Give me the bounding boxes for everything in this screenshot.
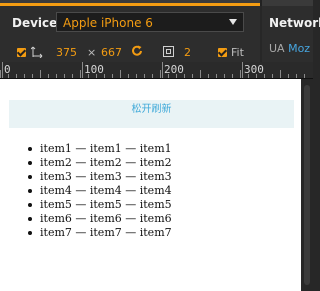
ruler-tick [296, 74, 297, 78]
pull-to-refresh-label: 松开刷新 [131, 104, 172, 115]
ruler-tick [136, 74, 137, 78]
ruler-tick [176, 74, 177, 78]
device-label: Device [12, 16, 58, 30]
horizontal-ruler: 0 100 200 300 [0, 62, 313, 79]
swap-dimensions-icon[interactable] [31, 45, 43, 58]
list-item: item5 — item5 — item5 [25, 198, 172, 212]
ruler-label: 200 [164, 63, 184, 76]
ruler-tick [288, 74, 289, 78]
ruler-major-tick [2, 62, 3, 78]
scrollbar-thumb[interactable] [304, 85, 310, 285]
ruler-tick [224, 74, 225, 78]
ruler-label: 300 [244, 63, 264, 76]
device-panel: Device Apple iPhone 6 375 × 667 2 Fit [0, 6, 260, 62]
network-label: Network [269, 16, 320, 30]
ruler-tick [120, 70, 121, 78]
ruler-tick [48, 74, 49, 78]
ruler-tick [168, 74, 169, 78]
ruler-tick [40, 70, 41, 78]
ruler-tick [240, 70, 241, 78]
emulation-controls-row: 375 × 667 2 Fit [0, 44, 260, 64]
ruler-major-tick [82, 62, 83, 78]
ruler-tick [208, 74, 209, 78]
ruler-tick [128, 74, 129, 78]
ruler-tick [184, 74, 185, 78]
device-scale-input[interactable]: 2 [184, 46, 191, 59]
ua-value: Moz [288, 42, 311, 55]
ruler-major-tick [162, 62, 163, 78]
ruler-tick [272, 74, 273, 78]
pull-to-refresh-bar: 松开刷新 [9, 100, 294, 128]
ruler-tick [280, 70, 281, 78]
fit-checkbox[interactable] [218, 48, 227, 57]
ruler-tick [80, 70, 81, 78]
ruler-tick [232, 74, 233, 78]
ruler-tick [16, 74, 17, 78]
ruler-tick [152, 74, 153, 78]
ruler-tick [144, 74, 145, 78]
network-panel: Network UA Moz [262, 6, 320, 62]
ruler-tick [256, 74, 257, 78]
list-item: item3 — item3 — item3 [25, 170, 172, 184]
ruler-tick [160, 70, 161, 78]
ruler-tick [264, 74, 265, 78]
ruler-tick [32, 74, 33, 78]
device-viewport[interactable]: 松开刷新 item1 — item1 — item1 item2 — item2… [0, 79, 301, 291]
ruler-tick [0, 70, 1, 78]
ruler-tick [248, 74, 249, 78]
list-item: item1 — item1 — item1 [25, 142, 172, 156]
ruler-tick [96, 74, 97, 78]
ruler-tick [72, 74, 73, 78]
ruler-tick [88, 74, 89, 78]
fit-label: Fit [231, 46, 244, 59]
ruler-tick [8, 74, 9, 78]
ruler-tick [200, 70, 201, 78]
item-list: item1 — item1 — item1 item2 — item2 — it… [25, 142, 172, 240]
ruler-label: 100 [84, 63, 104, 76]
device-scale-icon [163, 46, 174, 57]
resolution-checkbox[interactable] [17, 48, 26, 57]
ruler-tick [304, 74, 305, 78]
width-input[interactable]: 375 [56, 46, 77, 59]
ruler-tick [24, 74, 25, 78]
ruler-tick [104, 74, 105, 78]
list-item: item6 — item6 — item6 [25, 212, 172, 226]
ruler-tick [56, 74, 57, 78]
device-select[interactable]: Apple iPhone 6 [56, 12, 244, 32]
ruler-major-tick [242, 62, 243, 78]
list-item: item4 — item4 — item4 [25, 184, 172, 198]
refresh-icon[interactable] [131, 45, 143, 57]
ruler-tick [192, 74, 193, 78]
ruler-tick [216, 74, 217, 78]
ruler-tick [64, 74, 65, 78]
times-sign: × [87, 46, 97, 59]
vertical-scrollbar[interactable] [301, 79, 313, 291]
device-select-value: Apple iPhone 6 [63, 16, 153, 30]
list-item: item2 — item2 — item2 [25, 156, 172, 170]
height-input[interactable]: 667 [101, 46, 122, 59]
list-item: item7 — item7 — item7 [25, 226, 172, 240]
ua-field[interactable]: UA Moz [269, 42, 310, 55]
chevron-down-icon [229, 19, 237, 25]
ua-label: UA [269, 42, 285, 55]
ruler-tick [112, 74, 113, 78]
